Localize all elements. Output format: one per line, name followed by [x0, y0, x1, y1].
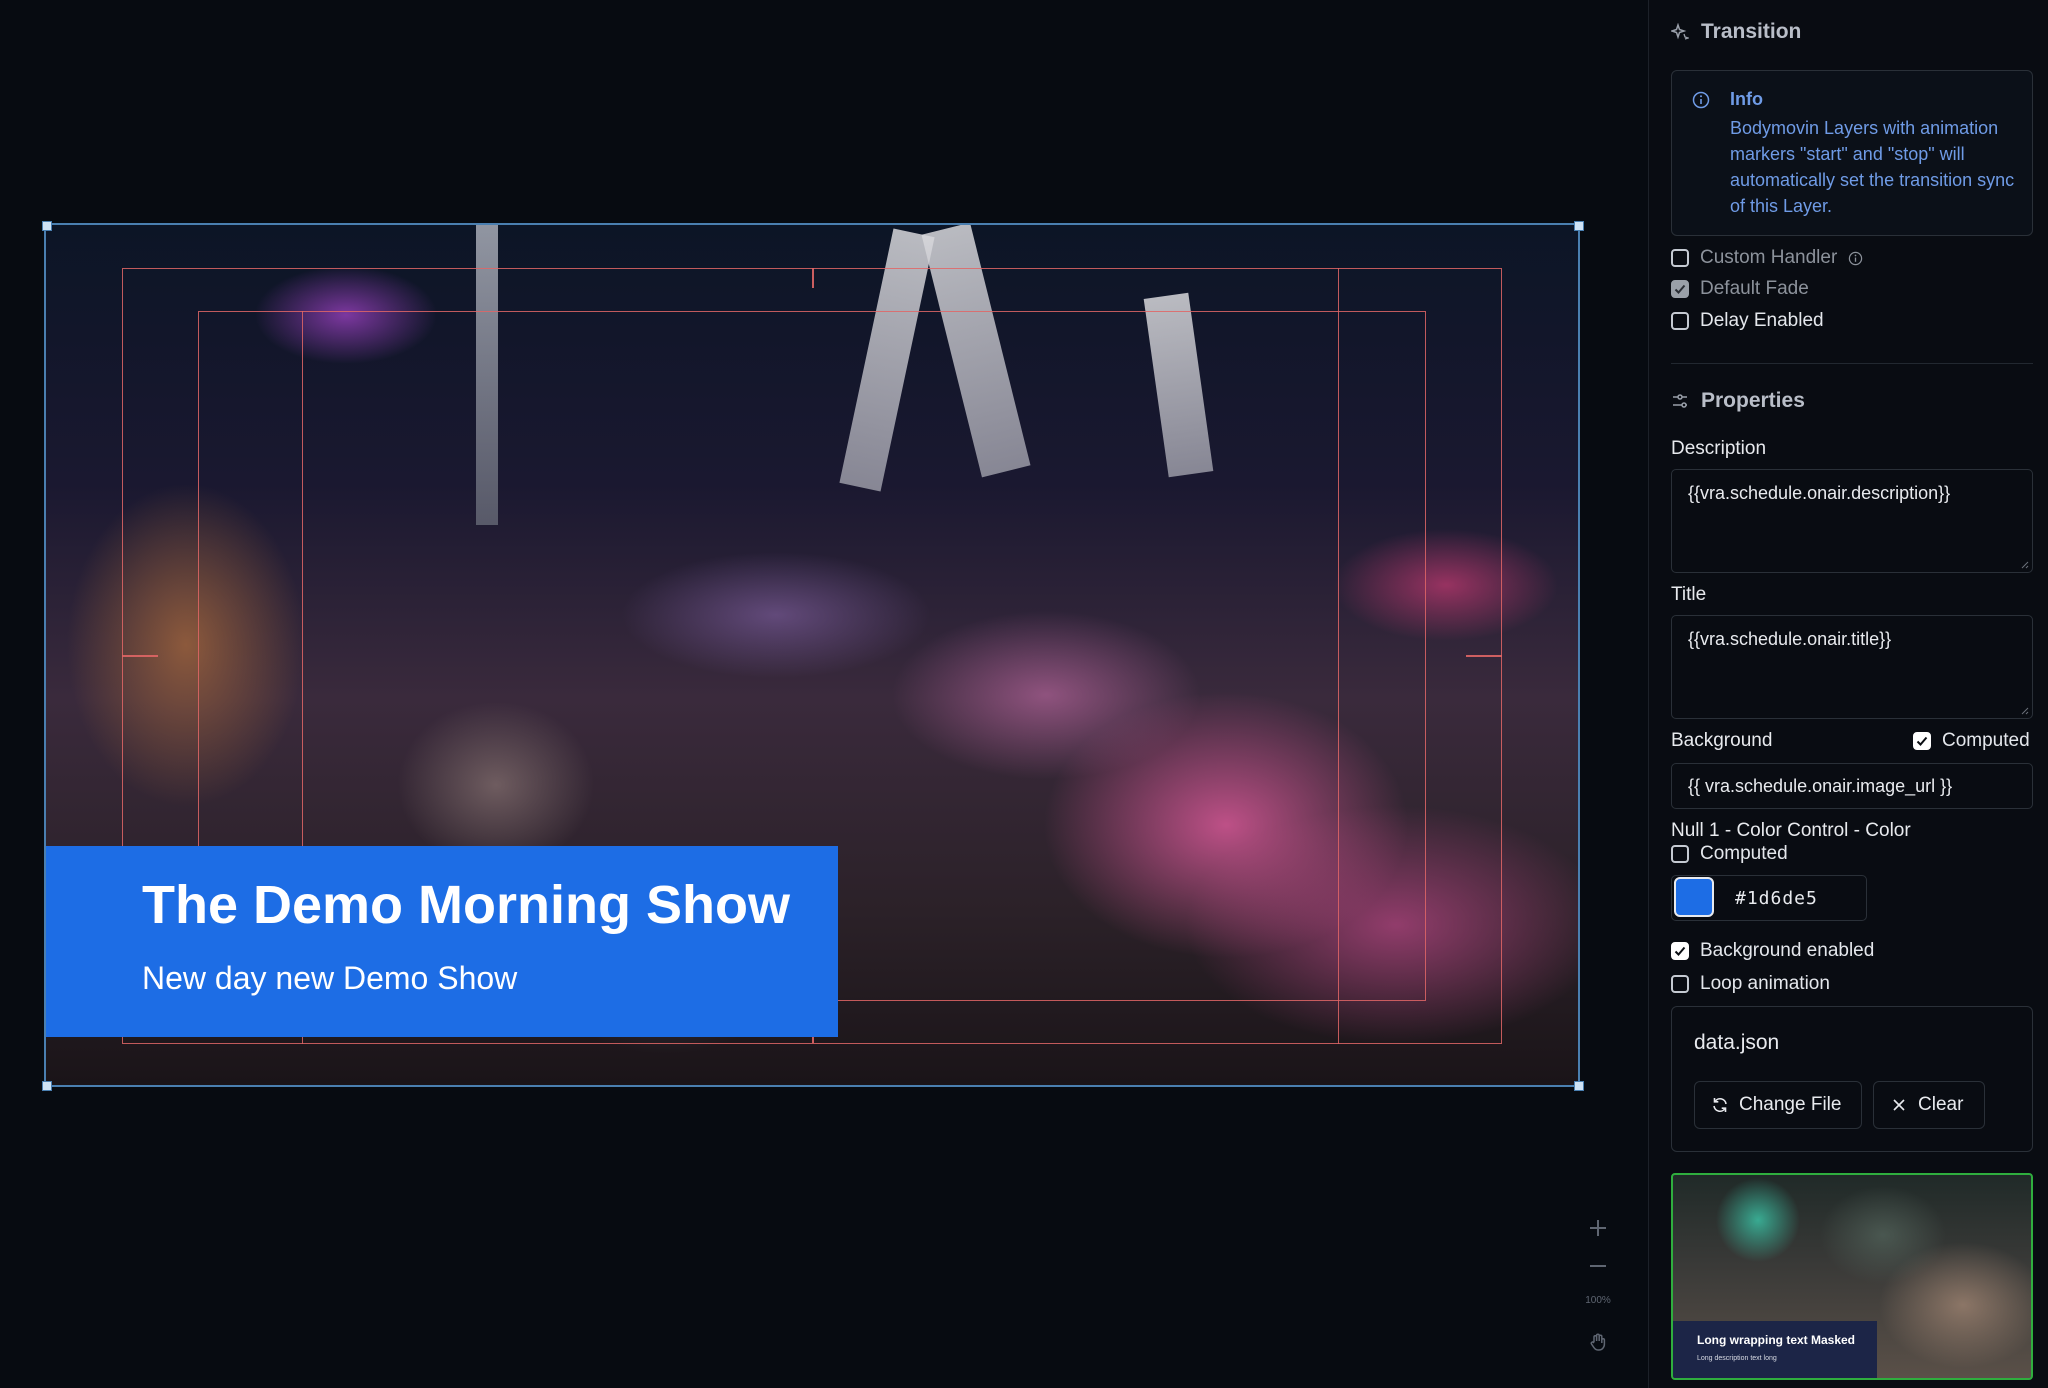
delay-enabled-option[interactable]: Delay Enabled	[1671, 310, 1824, 332]
color-control-label: Null 1 - Color Control - Color	[1671, 820, 1911, 841]
properties-panel: Transition Info Bodymovin Layers with an…	[1648, 0, 2048, 1388]
file-picker: data.json Change File Clear	[1671, 1006, 2033, 1152]
refresh-icon	[1713, 1097, 1727, 1113]
preview-frame[interactable]: The Demo Morning Show New day new Demo S…	[44, 223, 1580, 1087]
loop-animation-label: Loop animation	[1700, 973, 1830, 994]
lower-third-graphic[interactable]: The Demo Morning Show New day new Demo S…	[46, 846, 838, 1037]
preview-title: Long wrapping text Masked	[1697, 1333, 1856, 1347]
preview-lower-third: Long wrapping text Masked Long descripti…	[1673, 1321, 1877, 1378]
resize-grip-icon[interactable]	[2019, 559, 2029, 569]
lower-third-subtitle: New day new Demo Show	[142, 960, 518, 996]
transition-heading: Transition	[1671, 20, 1801, 44]
sliders-icon	[1673, 394, 1687, 408]
title-label: Title	[1671, 584, 1707, 605]
properties-heading: Properties	[1671, 389, 1805, 413]
check-icon	[1674, 284, 1686, 294]
check-icon	[1674, 946, 1686, 956]
guide-line	[1338, 268, 1339, 1044]
lower-third-title: The Demo Morning Show	[142, 875, 790, 935]
custom-handler-label: Custom Handler	[1700, 247, 1838, 268]
hand-icon[interactable]	[1588, 1332, 1608, 1356]
background-enabled-option[interactable]: Background enabled	[1671, 940, 1874, 962]
sparkle-icon	[1671, 23, 1689, 40]
zoom-level: 100%	[1585, 1295, 1611, 1306]
background-computed-option[interactable]: Computed	[1913, 730, 2030, 752]
minus-icon[interactable]	[1588, 1256, 1608, 1280]
loop-animation-checkbox[interactable]	[1671, 975, 1689, 993]
color-swatch[interactable]	[1674, 877, 1714, 917]
color-computed-label: Computed	[1700, 843, 1788, 864]
resize-handle-bottom-right[interactable]	[1574, 1081, 1584, 1091]
close-icon	[1893, 1099, 1905, 1111]
center-tick	[122, 655, 158, 657]
background-computed-checkbox[interactable]	[1913, 732, 1931, 750]
check-icon	[1916, 736, 1928, 746]
description-label: Description	[1671, 438, 1767, 459]
color-value: #1d6de5	[1735, 888, 1818, 909]
description-field[interactable]: {{vra.schedule.onair.description}}	[1671, 469, 2033, 573]
background-enabled-label: Background enabled	[1700, 940, 1875, 961]
section-divider	[1671, 363, 2033, 364]
canvas-stage[interactable]: The Demo Morning Show New day new Demo S…	[0, 0, 1648, 1388]
background-input[interactable]: {{ vra.schedule.onair.image_url }}	[1671, 763, 2033, 809]
center-tick	[1466, 655, 1502, 657]
background-computed-label: Computed	[1942, 730, 2030, 751]
background-enabled-checkbox[interactable]	[1671, 942, 1689, 960]
info-text: Bodymovin Layers with animation markers …	[1730, 118, 2015, 216]
custom-handler-option[interactable]: Custom Handler	[1671, 247, 1863, 269]
animation-preview-thumbnail[interactable]: Long wrapping text Masked Long descripti…	[1671, 1173, 2033, 1380]
info-icon[interactable]	[1848, 251, 1863, 266]
info-title: Info	[1730, 89, 1763, 109]
file-name: data.json	[1694, 1031, 1780, 1054]
resize-handle-top-right[interactable]	[1574, 221, 1584, 231]
clear-label: Clear	[1918, 1094, 1964, 1115]
background-value: {{ vra.schedule.onair.image_url }}	[1688, 776, 1953, 796]
delay-enabled-label: Delay Enabled	[1700, 310, 1824, 331]
resize-grip-icon[interactable]	[2019, 705, 2029, 715]
resize-handle-bottom-left[interactable]	[42, 1081, 52, 1091]
color-computed-option[interactable]: Computed	[1671, 843, 1788, 865]
change-file-button[interactable]: Change File	[1694, 1081, 1862, 1129]
center-tick	[812, 268, 814, 288]
title-value: {{vra.schedule.onair.title}}	[1688, 629, 1892, 649]
default-fade-option[interactable]: Default Fade	[1671, 278, 1809, 300]
info-callout: Info Bodymovin Layers with animation mar…	[1671, 70, 2033, 236]
custom-handler-checkbox[interactable]	[1671, 249, 1689, 267]
default-fade-checkbox[interactable]	[1671, 280, 1689, 298]
properties-heading-label: Properties	[1701, 389, 1805, 412]
transition-heading-label: Transition	[1701, 20, 1802, 43]
delay-enabled-checkbox[interactable]	[1671, 312, 1689, 330]
plus-icon[interactable]	[1588, 1218, 1608, 1242]
preview-subtitle: Long description text long	[1697, 1355, 1777, 1362]
description-value: {{vra.schedule.onair.description}}	[1688, 483, 1951, 503]
background-label: Background	[1671, 730, 1773, 751]
default-fade-label: Default Fade	[1700, 278, 1809, 299]
change-file-label: Change File	[1739, 1094, 1842, 1115]
info-icon	[1692, 91, 1710, 109]
title-field[interactable]: {{vra.schedule.onair.title}}	[1671, 615, 2033, 719]
resize-handle-top-left[interactable]	[42, 221, 52, 231]
clear-button[interactable]: Clear	[1873, 1081, 1985, 1129]
color-computed-checkbox[interactable]	[1671, 845, 1689, 863]
loop-animation-option[interactable]: Loop animation	[1671, 973, 1830, 995]
